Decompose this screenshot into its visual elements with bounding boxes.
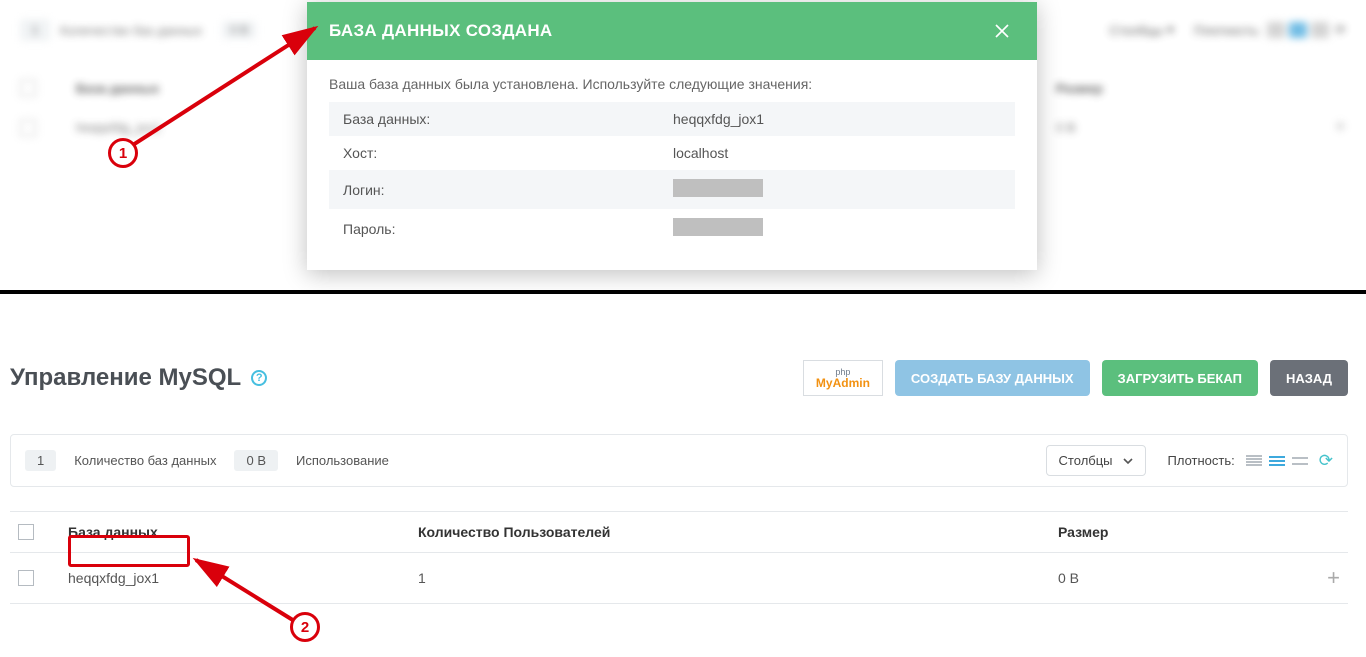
top-section: 1 Количество баз данных 0 B Столбцы ▾ Пл…	[0, 0, 1366, 290]
modal-header: БАЗА ДАННЫХ СОЗДАНА	[307, 2, 1037, 60]
modal-intro: Ваша база данных была установлена. Испол…	[329, 76, 1015, 92]
row-size: 0 B	[1058, 570, 1300, 586]
modal-title: БАЗА ДАННЫХ СОЗДАНА	[329, 21, 553, 41]
refresh-icon-blur: ⟳	[1335, 22, 1346, 38]
row-checkbox[interactable]	[18, 570, 34, 586]
chevron-down-icon	[1123, 456, 1133, 466]
close-icon[interactable]	[989, 18, 1015, 44]
row-users: 1	[418, 570, 1058, 586]
select-all-checkbox[interactable]	[18, 524, 34, 540]
table-header: База данных Количество Пользователей Раз…	[10, 512, 1348, 553]
modal-row-host-label: Хост:	[343, 145, 673, 161]
col-size-blur: Размер	[1056, 81, 1346, 96]
phpmyadmin-button[interactable]: php MyAdmin	[803, 360, 883, 396]
db-created-modal: БАЗА ДАННЫХ СОЗДАНА Ваша база данных был…	[307, 2, 1037, 270]
usage-label: Использование	[296, 453, 389, 468]
db-count-label: Количество баз данных	[60, 23, 202, 38]
modal-row-db-value: heqqxfdg_jox1	[673, 111, 764, 127]
bottom-section: Управление MySQL ? php MyAdmin СОЗДАТЬ Б…	[0, 294, 1366, 614]
col-header-users: Количество Пользователей	[418, 524, 1058, 540]
modal-row-host-value: localhost	[673, 145, 728, 161]
help-icon[interactable]: ?	[251, 370, 267, 386]
upload-backup-button[interactable]: ЗАГРУЗИТЬ БЕКАП	[1102, 360, 1258, 396]
db-count-label: Количество баз данных	[74, 453, 216, 468]
create-db-button[interactable]: СОЗДАТЬ БАЗУ ДАННЫХ	[895, 360, 1090, 396]
page-title: Управление MySQL	[10, 364, 241, 392]
density-comfy-icon[interactable]	[1291, 453, 1309, 469]
table-row: heqqxfdg_jox1 1 0 B +	[10, 553, 1348, 604]
columns-dropdown-blur: Столбцы ▾	[1109, 22, 1174, 38]
modal-row-login-value	[673, 179, 763, 200]
density-normal-icon[interactable]	[1268, 453, 1286, 469]
modal-row-password-value	[673, 218, 763, 239]
modal-row-password-label: Пароль:	[343, 221, 673, 237]
col-header-name: База данных	[68, 524, 418, 540]
usage-pill: 0 B	[234, 450, 278, 471]
modal-body: Ваша база данных была установлена. Испол…	[307, 60, 1037, 270]
row-size-blur: 0 B	[1056, 120, 1334, 135]
back-button[interactable]: НАЗАД	[1270, 360, 1348, 396]
columns-dropdown[interactable]: Столбцы	[1046, 445, 1146, 476]
page-title-row: Управление MySQL ? php MyAdmin СОЗДАТЬ Б…	[10, 360, 1348, 396]
refresh-icon[interactable]: ⟳	[1319, 451, 1333, 471]
col-header-size: Размер	[1058, 524, 1300, 540]
db-table: База данных Количество Пользователей Раз…	[10, 511, 1348, 604]
density-label-blur: Плотность:	[1194, 23, 1261, 38]
density-label: Плотность:	[1168, 453, 1235, 468]
annotation-step-2: 2	[290, 612, 320, 642]
stats-bar: 1 Количество баз данных 0 B Использовани…	[10, 434, 1348, 487]
row-db-name[interactable]: heqqxfdg_jox1	[68, 570, 418, 586]
db-count-pill: 1	[20, 19, 50, 41]
add-icon[interactable]: +	[1300, 565, 1340, 591]
usage-badge: 0 B	[222, 21, 256, 39]
annotation-step-1: 1	[108, 138, 138, 168]
db-count-pill: 1	[25, 450, 56, 471]
modal-row-login-label: Логин:	[343, 182, 673, 198]
density-compact-icon[interactable]	[1245, 453, 1263, 469]
modal-row-db-label: База данных:	[343, 111, 673, 127]
